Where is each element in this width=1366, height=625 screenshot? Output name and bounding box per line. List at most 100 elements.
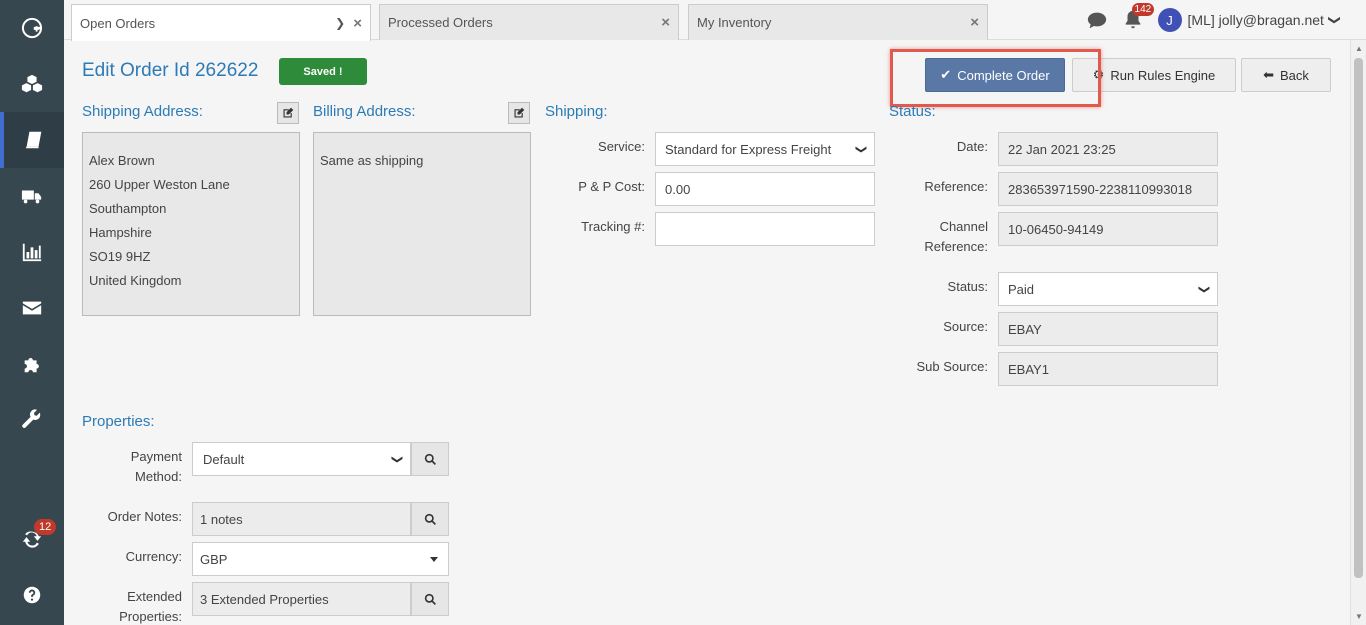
order-editor: Edit Order Id 262622 Saved ! ✔ Complete … [64, 40, 1350, 625]
payment-method-select[interactable]: Default ❯ [192, 442, 411, 476]
sidebar-item-sync[interactable]: 12 [0, 511, 64, 567]
order-notes-value: 1 notes [200, 511, 243, 527]
search-icon [424, 513, 436, 525]
extended-properties-label-line: Properties: [119, 609, 182, 624]
currency-select[interactable]: GBP [192, 542, 449, 576]
back-label: Back [1280, 67, 1309, 83]
extended-properties-search-button[interactable] [411, 582, 449, 616]
truck-icon [21, 190, 42, 204]
pp-cost-input[interactable]: 0.00 [655, 172, 875, 206]
tracking-label: Tracking #: [581, 219, 645, 234]
order-notes-search-button[interactable] [411, 502, 449, 536]
address-line: SO19 9HZ [89, 249, 151, 264]
cubes-icon [21, 74, 43, 93]
page-title: Edit Order Id 262622 [82, 60, 259, 81]
shipping-heading: Shipping: [545, 103, 608, 120]
sidebar-item-settings[interactable] [0, 392, 64, 448]
status-label: Status: [947, 279, 988, 294]
payment-method-label-line: Method: [135, 469, 182, 484]
reference-label: Reference: [924, 179, 988, 194]
scrollbar-thumb[interactable] [1354, 58, 1363, 578]
extended-properties-label: Extended Properties: [82, 587, 182, 625]
edit-billing-address-button[interactable] [508, 102, 530, 124]
help-icon [23, 586, 41, 604]
tab-my-inventory[interactable]: My Inventory × [688, 4, 988, 40]
top-bar: Open Orders ❯ × Processed Orders × My In… [64, 0, 1366, 41]
currency-label: Currency: [125, 549, 182, 564]
puzzle-icon [24, 358, 39, 373]
envelope-icon [22, 301, 42, 315]
address-line: United Kingdom [89, 273, 182, 288]
wrench-icon [22, 409, 41, 428]
channel-reference-label: Channel Reference: [884, 217, 988, 257]
notifications-button[interactable]: 142 [1122, 3, 1155, 31]
status-value: Paid [1008, 281, 1035, 297]
chevron-down-icon: ❯ [1327, 14, 1342, 26]
payment-method-value: Default [203, 451, 245, 467]
sidebar-item-shipping[interactable] [0, 168, 64, 224]
source-label: Source: [943, 319, 988, 334]
reply-icon: ⬅ [1263, 67, 1274, 82]
chart-icon [22, 243, 42, 262]
sidebar-item-orders[interactable] [0, 112, 64, 168]
chevron-down-icon: ❯ [1197, 284, 1210, 295]
sidebar-item-messages[interactable] [0, 280, 64, 336]
billing-address-text: Same as shipping [320, 153, 424, 168]
edit-icon [283, 107, 294, 118]
tracking-input[interactable] [655, 212, 875, 246]
close-icon[interactable]: × [970, 14, 979, 31]
tab-label: My Inventory [697, 15, 772, 30]
currency-value: GBP [200, 551, 228, 567]
close-icon[interactable]: × [661, 14, 670, 31]
sub-source-label: Sub Source: [916, 359, 988, 374]
tab-processed-orders[interactable]: Processed Orders × [379, 4, 679, 40]
service-select[interactable]: Standard for Express Freight ❯ [655, 132, 875, 166]
shipping-address-heading: Shipping Address: [82, 103, 203, 120]
payment-method-search-button[interactable] [411, 442, 449, 476]
sidebar-item-inventory[interactable] [0, 56, 64, 112]
address-line: 260 Upper Weston Lane [89, 177, 230, 192]
scroll-down-icon[interactable]: ▼ [1355, 612, 1363, 621]
channel-reference-field: 10-06450-94149 [998, 212, 1218, 246]
run-rules-label: Run Rules Engine [1110, 67, 1216, 83]
address-line: Hampshire [89, 225, 152, 240]
scroll-up-icon[interactable]: ▲ [1355, 44, 1363, 53]
edit-shipping-address-button[interactable] [277, 102, 299, 124]
address-line: Southampton [89, 201, 167, 216]
vertical-scrollbar[interactable]: ▲ ▼ [1350, 40, 1366, 625]
user-name: [ML] jolly@bragan.net [1187, 12, 1324, 28]
sidebar-item-help[interactable] [0, 567, 64, 623]
app-logo-icon[interactable] [0, 0, 64, 56]
sub-source-field: EBAY1 [998, 352, 1218, 386]
user-menu[interactable]: J [ML] jolly@bragan.net ❯ [1157, 8, 1342, 32]
pp-cost-value: 0.00 [665, 181, 691, 197]
caret-down-icon [430, 557, 438, 562]
channel-reference-label-line: Channel [939, 219, 988, 234]
pp-cost-label: P & P Cost: [578, 179, 645, 194]
sub-source-value: EBAY1 [1008, 361, 1049, 377]
date-value: 22 Jan 2021 23:25 [1008, 141, 1116, 157]
highlight-box [890, 49, 1101, 107]
chevron-down-icon[interactable]: ❯ [335, 16, 345, 30]
order-notes-label: Order Notes: [107, 509, 182, 524]
date-label: Date: [956, 139, 988, 154]
close-icon[interactable]: × [353, 15, 362, 32]
status-select[interactable]: Paid ❯ [998, 272, 1218, 306]
shipping-address-box[interactable]: Alex Brown 260 Upper Weston Lane Southam… [82, 132, 300, 316]
notification-badge: 142 [1131, 3, 1155, 16]
book-icon [25, 131, 42, 149]
properties-heading: Properties: [82, 413, 155, 430]
tab-open-orders[interactable]: Open Orders ❯ × [71, 4, 371, 41]
sidebar-item-apps[interactable] [0, 336, 64, 392]
sidebar: 12 [0, 0, 64, 625]
chat-icon[interactable] [1086, 9, 1108, 31]
channel-reference-value: 10-06450-94149 [1008, 221, 1104, 237]
extended-properties-value: 3 Extended Properties [200, 591, 329, 607]
back-button[interactable]: ⬅ Back [1241, 58, 1331, 92]
sidebar-item-reports[interactable] [0, 224, 64, 280]
chevron-down-icon: ❯ [854, 144, 867, 155]
edit-icon [514, 107, 525, 118]
billing-address-box[interactable]: Same as shipping [313, 132, 531, 316]
search-icon [424, 593, 436, 605]
user-toolbar: 142 J [ML] jolly@bragan.net ❯ [1086, 3, 1342, 34]
